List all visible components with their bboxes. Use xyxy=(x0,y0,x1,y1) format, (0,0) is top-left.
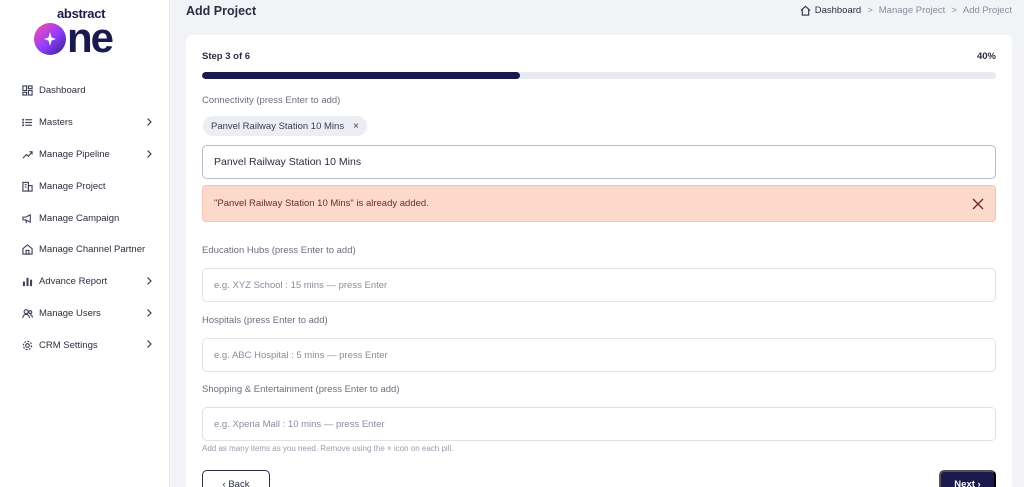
sidebar-item-label: Manage Project xyxy=(39,180,106,192)
sidebar-item-manage-users[interactable]: Manage Users xyxy=(0,298,170,330)
breadcrumb-dashboard-label: Dashboard xyxy=(814,5,862,16)
sidebar-item-label: Manage Pipeline xyxy=(39,148,110,160)
progress-fill xyxy=(202,72,520,79)
chevron-right-icon xyxy=(147,276,152,285)
sidebar-item-manage-pipeline[interactable]: Manage Pipeline xyxy=(0,139,170,171)
chevron-right-icon xyxy=(147,340,152,349)
breadcrumb-separator: > xyxy=(867,5,873,16)
sidebar-item-masters[interactable]: Masters xyxy=(0,107,170,139)
step-label: Step 3 of 6 xyxy=(202,51,251,62)
close-icon[interactable] xyxy=(971,197,985,211)
sidebar-item-advance-report[interactable]: Advance Report xyxy=(0,266,170,298)
pill-text: Panvel Railway Station 10 Mins xyxy=(211,120,345,132)
helper-hint: Add as many items as you need. Remove us… xyxy=(202,444,454,453)
education-label: Education Hubs (press Enter to add) xyxy=(202,245,356,256)
building-icon xyxy=(21,180,33,192)
brand-logo[interactable]: abstract ne xyxy=(33,6,137,61)
chevron-right-icon xyxy=(147,308,152,317)
sidebar-item-label: Advance Report xyxy=(39,276,108,288)
sidebar-item-manage-channel-partner[interactable]: Manage Channel Partner xyxy=(0,234,170,266)
breadcrumb-separator: > xyxy=(951,5,957,16)
add-project-card: Step 3 of 6 40% Connectivity (press Ente… xyxy=(186,35,1012,487)
alert-message: "Panvel Railway Station 10 Mins" is alre… xyxy=(214,198,429,209)
grid-icon xyxy=(21,85,33,97)
hospitals-input[interactable] xyxy=(202,338,996,372)
sidebar-item-label: Dashboard xyxy=(39,85,86,97)
users-icon xyxy=(21,307,33,319)
sidebar: abstract ne Dashboard Masters Manage Pip… xyxy=(0,0,170,487)
sidebar-item-label: CRM Settings xyxy=(39,339,98,351)
connectivity-input[interactable] xyxy=(202,145,996,179)
page-title: Add Project xyxy=(186,4,257,18)
partner-icon xyxy=(21,244,33,256)
home-icon xyxy=(800,5,811,16)
sidebar-item-dashboard[interactable]: Dashboard xyxy=(0,75,170,107)
sidebar-item-crm-settings[interactable]: CRM Settings xyxy=(0,329,170,361)
breadcrumb-current: Add Project xyxy=(962,5,1012,16)
sidebar-item-label: Manage Campaign xyxy=(39,212,120,224)
progress-bar xyxy=(202,72,996,79)
connectivity-pill: Panvel Railway Station 10 Mins × xyxy=(203,116,367,136)
sidebar-item-manage-campaign[interactable]: Manage Campaign xyxy=(0,202,170,234)
sidebar-item-label: Masters xyxy=(39,117,73,129)
chevron-right-icon xyxy=(147,117,152,126)
shopping-input[interactable] xyxy=(202,407,996,441)
chevron-right-icon xyxy=(147,149,152,158)
pill-remove-icon[interactable]: × xyxy=(353,121,359,132)
breadcrumb-manage-project[interactable]: Manage Project xyxy=(879,5,946,16)
duplicate-alert: "Panvel Railway Station 10 Mins" is alre… xyxy=(202,185,996,222)
education-input[interactable] xyxy=(202,268,996,302)
megaphone-icon xyxy=(21,212,33,224)
sidebar-item-label: Manage Channel Partner xyxy=(39,244,146,256)
sidebar-item-label: Manage Users xyxy=(39,307,101,319)
gear-icon xyxy=(21,339,33,351)
breadcrumb: Dashboard > Manage Project > Add Project xyxy=(800,5,1012,16)
back-button[interactable]: ‹ Back xyxy=(202,470,270,487)
bar-chart-icon xyxy=(21,276,33,288)
brand-logo-main: ne xyxy=(67,14,114,61)
list-icon xyxy=(21,117,33,129)
connectivity-label: Connectivity (press Enter to add) xyxy=(202,95,341,106)
hospitals-label: Hospitals (press Enter to add) xyxy=(202,315,328,326)
sidebar-nav: Dashboard Masters Manage Pipeline Manage… xyxy=(0,75,170,361)
pipeline-icon xyxy=(21,148,33,160)
sidebar-item-manage-project[interactable]: Manage Project xyxy=(0,170,170,202)
progress-percent: 40% xyxy=(976,51,996,62)
brand-logo-o-mark xyxy=(34,23,66,55)
next-button[interactable]: Next › xyxy=(939,470,996,487)
shopping-label: Shopping & Entertainment (press Enter to… xyxy=(202,384,400,395)
breadcrumb-dashboard[interactable]: Dashboard xyxy=(800,5,861,16)
